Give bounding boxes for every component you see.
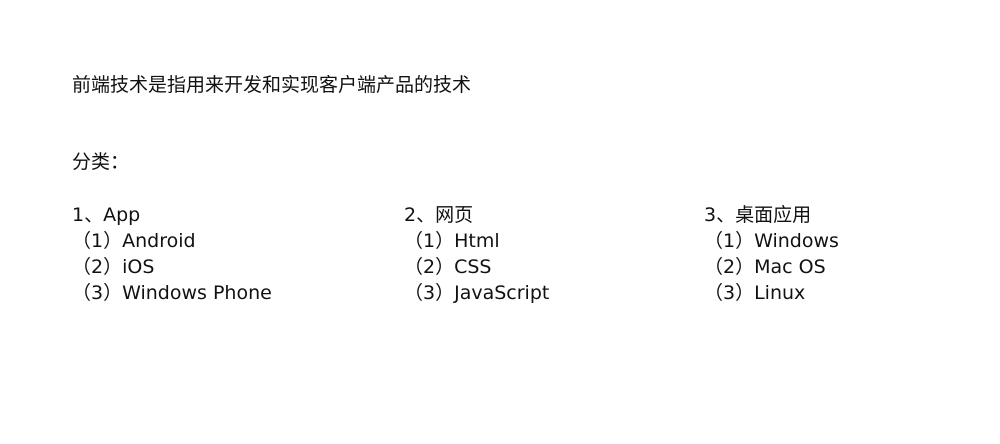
- category-web: 2、网页 （1）Html （2）CSS （3）JavaScript: [404, 202, 549, 306]
- list-item: （2）Mac OS: [704, 256, 826, 278]
- list-item: （3）Linux: [704, 282, 806, 304]
- list-item: （1）Html: [404, 230, 500, 252]
- category-title: 3、桌面应用: [704, 204, 812, 226]
- list-item: （3）JavaScript: [404, 282, 550, 304]
- slide: 前端技术是指用来开发和实现客户端产品的技术 分类： 1、App （1）Andro…: [0, 0, 1000, 444]
- list-item: （1）Android: [72, 230, 196, 252]
- list-item: （1）Windows: [704, 230, 839, 252]
- list-item: （3）Windows Phone: [72, 282, 272, 304]
- category-title: 2、网页: [404, 204, 474, 226]
- category-item-list: （1）Html （2）CSS （3）JavaScript: [404, 228, 549, 306]
- category-item-list: （1）Windows （2）Mac OS （3）Linux: [704, 228, 839, 306]
- list-item: （2）CSS: [404, 256, 492, 278]
- category-item-list: （1）Android （2）iOS （3）Windows Phone: [72, 228, 272, 306]
- headline-text: 前端技术是指用来开发和实现客户端产品的技术: [72, 74, 472, 96]
- classification-label: 分类：: [72, 151, 130, 173]
- list-item: （2）iOS: [72, 256, 155, 278]
- category-desktop: 3、桌面应用 （1）Windows （2）Mac OS （3）Linux: [704, 202, 839, 306]
- category-app: 1、App （1）Android （2）iOS （3）Windows Phone: [72, 202, 272, 306]
- category-title: 1、App: [72, 204, 141, 226]
